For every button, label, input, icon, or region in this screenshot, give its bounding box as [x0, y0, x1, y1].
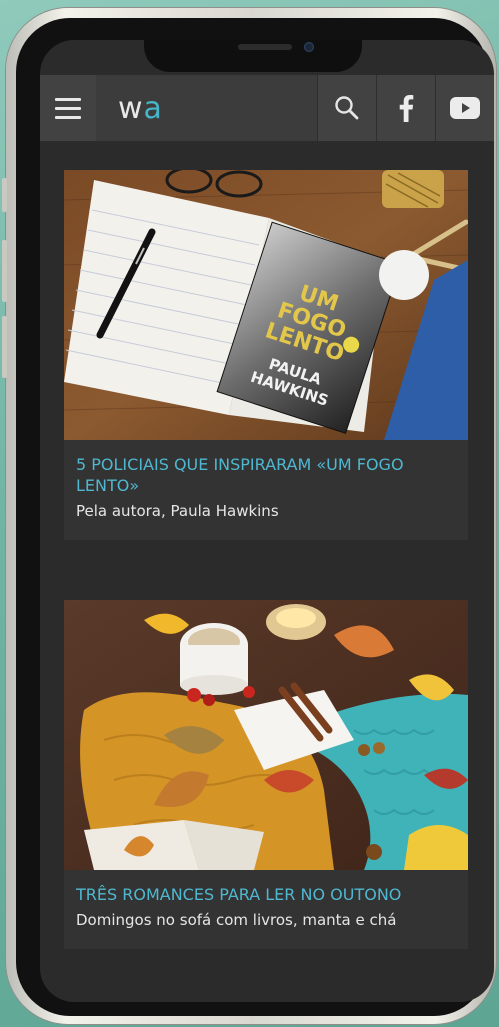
- article-card[interactable]: UM FOGO LENTO PAULA HAWKINS 5 POLICIAIS …: [64, 170, 468, 540]
- menu-button[interactable]: [40, 75, 96, 141]
- screen: wa UM FOGO LENTO PAULA HAWKINS 5 POLICIA…: [40, 40, 494, 1002]
- top-navigation-bar: wa: [40, 75, 494, 141]
- front-camera: [304, 42, 314, 52]
- facebook-icon: [399, 95, 414, 122]
- site-logo[interactable]: wa: [118, 91, 317, 126]
- article-subtitle: Pela autora, Paula Hawkins: [76, 502, 279, 520]
- youtube-button[interactable]: [435, 75, 494, 141]
- facebook-button[interactable]: [376, 75, 435, 141]
- article-title[interactable]: TRÊS ROMANCES PARA LER NO OUTONO: [76, 884, 456, 905]
- mute-switch: [2, 178, 7, 212]
- volume-down-button: [2, 316, 7, 378]
- article-text: 5 POLICIAIS QUE INSPIRARAM «UM FOGO LENT…: [64, 440, 468, 540]
- article-text: TRÊS ROMANCES PARA LER NO OUTONO Domingo…: [64, 870, 468, 949]
- notch: [144, 40, 362, 72]
- menu-icon: [55, 97, 81, 101]
- youtube-icon: [450, 97, 480, 119]
- article-list: UM FOGO LENTO PAULA HAWKINS 5 POLICIAIS …: [64, 170, 468, 1002]
- article-image-autumn[interactable]: [64, 600, 468, 870]
- volume-up-button: [2, 240, 7, 302]
- article-title[interactable]: 5 POLICIAIS QUE INSPIRARAM «UM FOGO LENT…: [76, 454, 456, 496]
- article-image-books[interactable]: UM FOGO LENTO PAULA HAWKINS: [64, 170, 468, 440]
- search-button[interactable]: [317, 75, 376, 141]
- article-subtitle: Domingos no sofá com livros, manta e chá: [76, 911, 397, 929]
- article-card[interactable]: TRÊS ROMANCES PARA LER NO OUTONO Domingo…: [64, 600, 468, 949]
- search-icon: [335, 96, 359, 120]
- phone-frame: wa UM FOGO LENTO PAULA HAWKINS 5 POLICIA…: [2, 8, 496, 1024]
- speaker: [238, 44, 292, 50]
